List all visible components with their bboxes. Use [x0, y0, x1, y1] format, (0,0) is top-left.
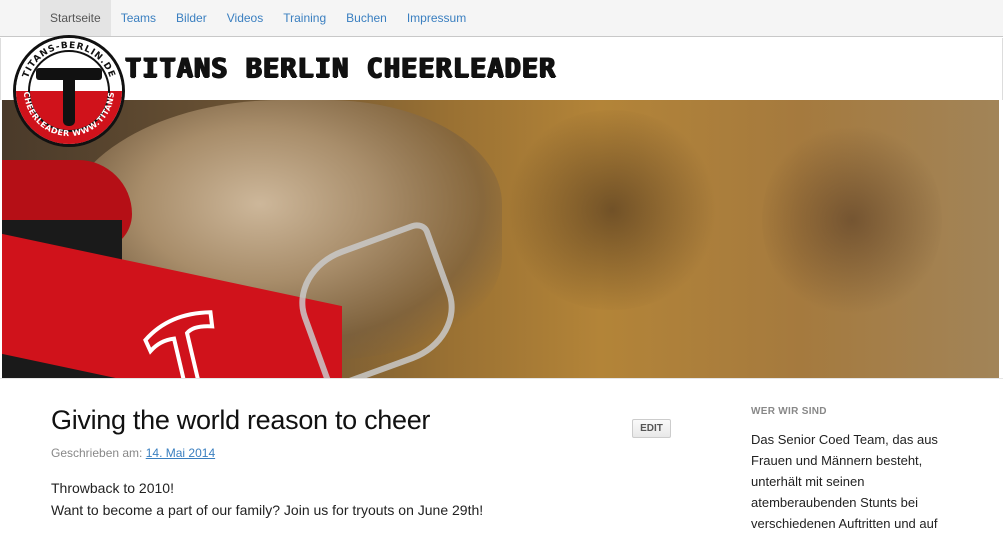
top-navigation: Startseite Teams Bilder Videos Training …: [0, 0, 1003, 37]
post-title[interactable]: Giving the world reason to cheer: [51, 405, 430, 436]
hero-background-blur: [762, 120, 942, 320]
widget-text: Das Senior Coed Team, das aus Frauen und…: [751, 432, 938, 531]
nav-link-videos[interactable]: Videos: [217, 0, 273, 36]
nav-link-training[interactable]: Training: [273, 0, 336, 36]
main-content: Giving the world reason to cheer EDIT Ge…: [0, 378, 1003, 534]
post-body: Throwback to 2010! Want to become a part…: [51, 477, 483, 521]
hero-background-blur: [502, 110, 722, 310]
nav-link-buchen[interactable]: Buchen: [336, 0, 397, 36]
site-logo[interactable]: TITANS-BERLIN.DE CHEERLEADER WWW.TITANS: [13, 35, 125, 147]
svg-text:TITANS-BERLIN.DE: TITANS-BERLIN.DE: [21, 41, 117, 80]
site-header: TITANS BERLIN CHEERLEADER: [0, 38, 1003, 100]
nav-link-teams[interactable]: Teams: [111, 0, 166, 36]
logo-ring-top-text: TITANS-BERLIN.DE: [21, 41, 116, 80]
nav-item-bilder[interactable]: Bilder: [166, 0, 217, 36]
nav-link-startseite[interactable]: Startseite: [40, 0, 111, 36]
nav-item-training[interactable]: Training: [273, 0, 336, 36]
nav-menu: Startseite Teams Bilder Videos Training …: [0, 0, 1003, 36]
edit-button[interactable]: EDIT: [632, 419, 671, 438]
sidebar: WER WIR SIND Das Senior Coed Team, das a…: [751, 406, 961, 534]
svg-text:CHEERLEADER WWW.TITANS: CHEERLEADER WWW.TITANS: [22, 91, 116, 138]
post-paragraph: Throwback to 2010!: [51, 480, 174, 496]
nav-item-videos[interactable]: Videos: [217, 0, 273, 36]
post-date-link[interactable]: 14. Mai 2014: [146, 446, 215, 460]
site-title[interactable]: TITANS BERLIN CHEERLEADER: [125, 53, 556, 84]
post-paragraph: Want to become a part of our family? Joi…: [51, 502, 484, 518]
post-meta-prefix: Geschrieben am:: [51, 446, 143, 460]
logo-ring-bottom-text: CHEERLEADER WWW.TITANS: [22, 91, 116, 138]
post-meta: Geschrieben am: 14. Mai 2014: [51, 446, 215, 460]
nav-link-impressum[interactable]: Impressum: [397, 0, 476, 36]
hero-image: [2, 100, 999, 378]
nav-item-buchen[interactable]: Buchen: [336, 0, 397, 36]
nav-item-teams[interactable]: Teams: [111, 0, 166, 36]
nav-item-impressum[interactable]: Impressum: [397, 0, 476, 36]
widget-title: WER WIR SIND: [751, 406, 827, 417]
logo-ring-text: TITANS-BERLIN.DE CHEERLEADER WWW.TITANS: [21, 41, 117, 138]
nav-item-startseite[interactable]: Startseite: [40, 0, 111, 36]
nav-link-bilder[interactable]: Bilder: [166, 0, 217, 36]
